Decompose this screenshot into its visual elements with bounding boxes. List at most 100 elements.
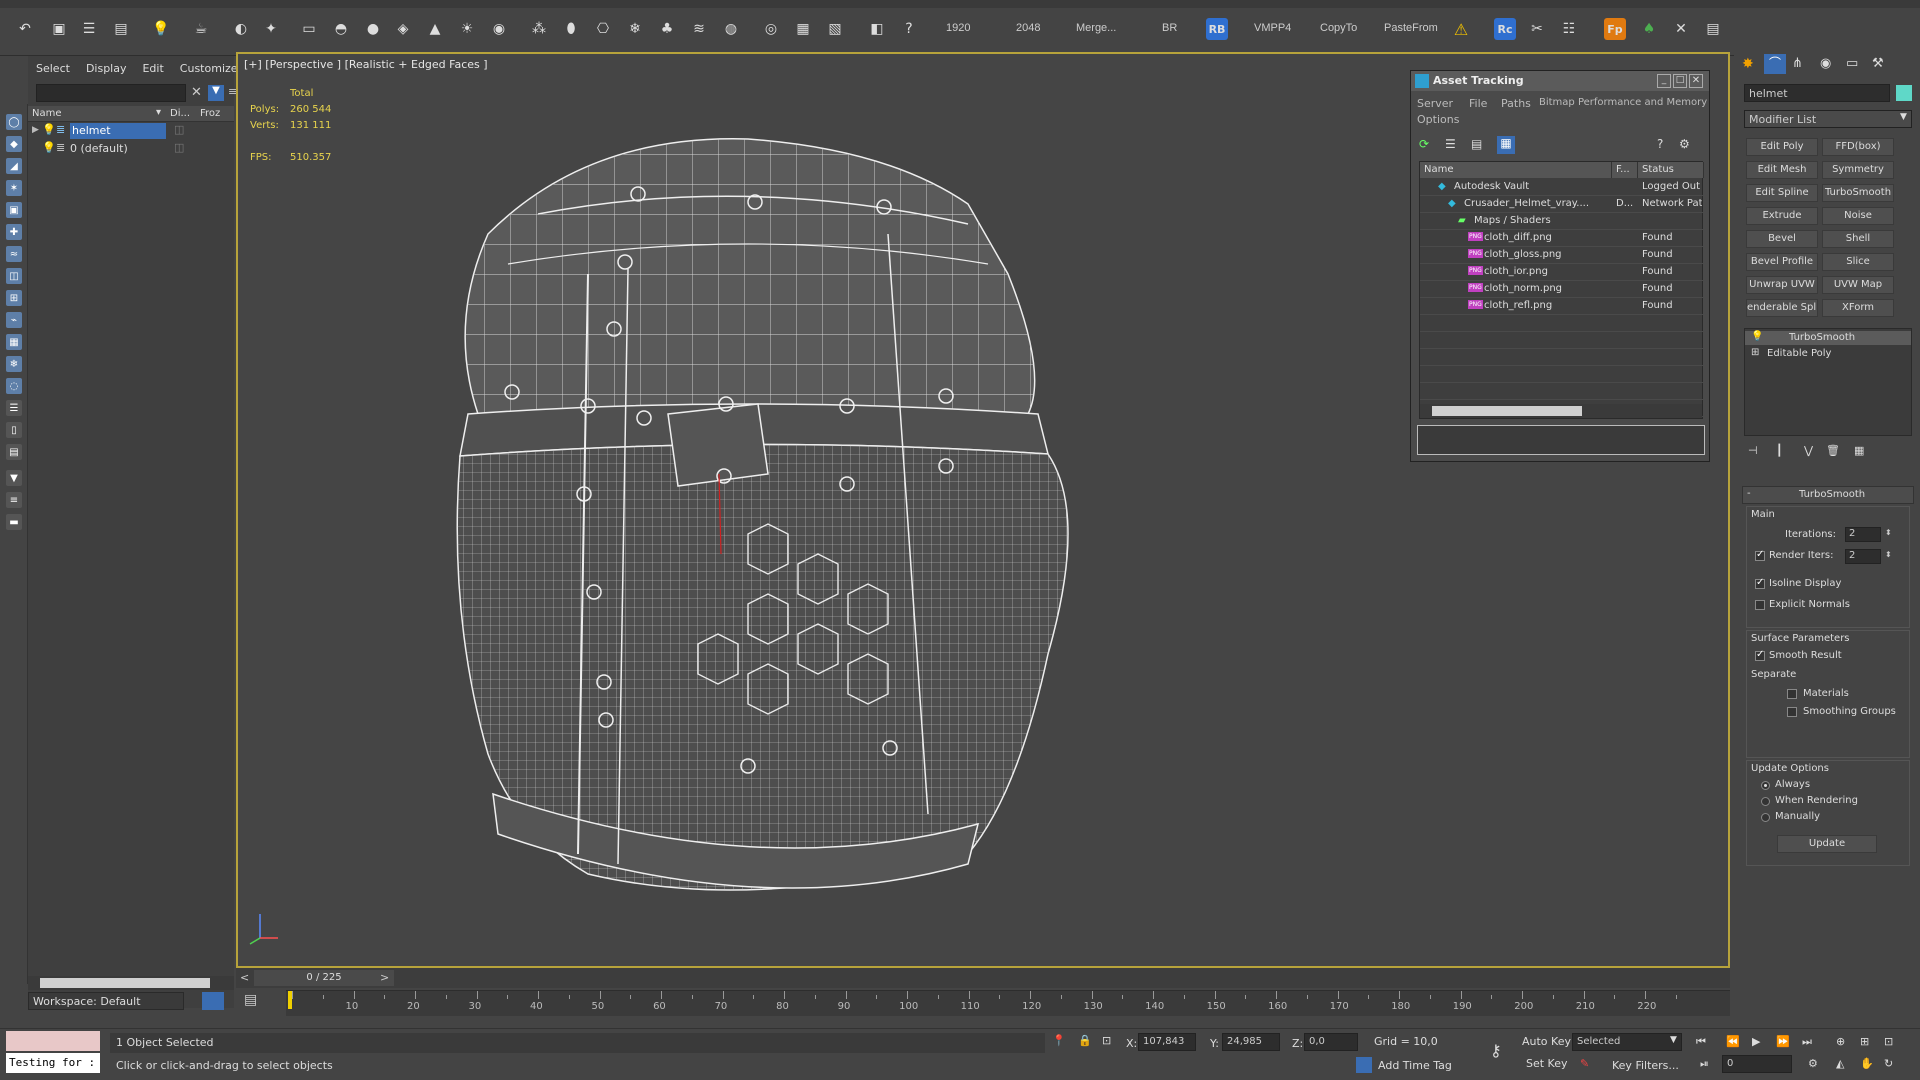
explorer-filter-icon[interactable]: ▼ [6, 470, 22, 486]
explorer-helpers-icon[interactable]: ✚ [6, 224, 22, 240]
stack-item-label[interactable]: Editable Poly [1767, 348, 1831, 359]
refresh-icon[interactable]: ⟳ [1419, 137, 1435, 153]
scene-row-default[interactable]: 💡 ≣ 0 (default) ◫ [28, 140, 234, 158]
sun-icon[interactable]: ☀ [456, 18, 478, 40]
modifier-button[interactable]: Bevel Profile [1746, 253, 1818, 271]
toolbar-vmpp4[interactable]: VMPP4 [1254, 22, 1291, 34]
modifier-button[interactable]: Symmetry [1822, 161, 1894, 179]
render-icon[interactable]: ✦ [260, 18, 282, 40]
explorer-geometry-icon[interactable]: ◆ [6, 136, 22, 152]
lock-icon[interactable]: 🔒 [1078, 1034, 1092, 1047]
transform-mode-icon[interactable]: ⊡ [1102, 1034, 1111, 1047]
list-icon[interactable]: ☷ [1558, 18, 1580, 40]
display-tab-icon[interactable]: ▭ [1846, 56, 1858, 71]
zoom-icon[interactable]: ⊕ [1836, 1035, 1845, 1048]
time-config-icon[interactable]: ⚙ [1808, 1057, 1818, 1070]
asset-row[interactable] [1420, 315, 1704, 332]
display-toggle-icon[interactable]: ◫ [174, 141, 184, 154]
explorer-xrefs-icon[interactable]: ⊞ [6, 290, 22, 306]
toolbar-2048[interactable]: 2048 [1016, 22, 1040, 34]
update-button[interactable]: Update [1777, 835, 1877, 853]
warning-icon[interactable]: ⚠ [1450, 18, 1472, 40]
z-coordinate-input[interactable]: 0,0 [1304, 1033, 1358, 1051]
modifier-button[interactable]: Shell [1822, 230, 1894, 248]
scene-hscrollbar[interactable] [28, 976, 234, 990]
asset-row[interactable]: PNG cloth_gloss.png Found [1420, 247, 1704, 264]
auto-key-button[interactable]: Auto Key [1522, 1035, 1571, 1048]
time-tag-icon[interactable] [1356, 1057, 1372, 1073]
display-toggle-icon[interactable]: ◫ [174, 123, 184, 136]
scatter-icon[interactable]: ⁂ [528, 18, 550, 40]
detail-view-icon[interactable]: ▤ [1471, 137, 1487, 153]
menu-display[interactable]: Display [78, 56, 135, 80]
cross-tools-icon[interactable]: ✕ [1670, 18, 1692, 40]
modifier-button[interactable]: Edit Spline [1746, 184, 1818, 202]
set-key-brush-icon[interactable]: ✎ [1580, 1057, 1589, 1070]
forest-icon[interactable]: ♠ [1638, 18, 1660, 40]
scene-item-label[interactable]: 0 (default) [70, 142, 128, 155]
modifier-button[interactable]: XForm [1822, 299, 1894, 317]
globe-icon[interactable]: ◎ [760, 18, 782, 40]
asset-tracking-window[interactable]: Asset Tracking _ □ ✕ Server File Paths B… [1410, 70, 1710, 462]
x-coordinate-input[interactable]: 107,843 [1138, 1033, 1196, 1051]
explorer-bones-icon[interactable]: ⌁ [6, 312, 22, 328]
explorer-shapes-icon[interactable]: ◢ [6, 158, 22, 174]
explorer-cameras-icon[interactable]: ▣ [6, 202, 22, 218]
list-view-icon[interactable]: ☰ [1445, 137, 1461, 153]
sort-arrow-icon[interactable]: ▾ [156, 107, 161, 118]
explorer-frozen-icon[interactable]: ❄ [6, 356, 22, 372]
go-to-start-icon[interactable]: ⏮ [1696, 1035, 1706, 1049]
isoline-display-checkbox[interactable] [1755, 577, 1765, 589]
asset-menu-paths[interactable]: Paths [1501, 97, 1531, 110]
always-radio[interactable] [1761, 781, 1770, 790]
menu-edit[interactable]: Edit [134, 56, 171, 80]
scene-search-input[interactable] [36, 84, 186, 102]
layers-icon[interactable]: ☰ [78, 18, 100, 40]
asset-menu-options[interactable]: Options [1417, 113, 1459, 126]
spinner-icon[interactable]: ⬍ [1885, 528, 1892, 537]
make-unique-icon[interactable]: ⋁ [1804, 444, 1813, 457]
render-iters-input[interactable]: 2 [1845, 549, 1881, 564]
maxscript-listener-top[interactable] [6, 1031, 100, 1051]
clear-search-icon[interactable]: ✕ [191, 85, 202, 100]
geo-icon[interactable]: ◈ [392, 18, 414, 40]
key-filters-button[interactable]: Key Filters... [1612, 1059, 1679, 1072]
light-bulb-icon[interactable]: 💡 [42, 141, 56, 154]
rb-badge[interactable]: RB [1206, 18, 1228, 40]
tools-icon[interactable]: ✂ [1526, 18, 1548, 40]
explorer-list-icon[interactable]: ☰ [6, 400, 22, 416]
hair-icon[interactable]: ≋ [688, 18, 710, 40]
asset-row[interactable]: ▰ Maps / Shaders [1420, 213, 1704, 230]
render-frame-icon[interactable]: ▣ [48, 18, 70, 40]
zoom-extents-icon[interactable]: ⊡ [1884, 1035, 1893, 1048]
asset-col-status[interactable]: Status [1638, 162, 1704, 178]
isolate-pin-icon[interactable]: 📍 [1052, 1034, 1066, 1047]
light-icon[interactable]: 💡 [150, 18, 172, 40]
col-display[interactable]: Di... [170, 108, 190, 119]
asset-col-f[interactable]: F... [1612, 162, 1638, 178]
filter-icon[interactable]: ▼ [208, 85, 224, 101]
add-time-tag[interactable]: Add Time Tag [1378, 1059, 1452, 1072]
mini-curve-editor-icon[interactable]: ▤ [244, 992, 274, 1012]
asset-row[interactable] [1420, 366, 1704, 383]
y-coordinate-input[interactable]: 24,985 [1222, 1033, 1280, 1051]
modifier-button[interactable]: Edit Mesh [1746, 161, 1818, 179]
modify-tab-icon[interactable]: ⌒ [1764, 54, 1786, 74]
stack-item-label[interactable]: TurboSmooth [1789, 332, 1855, 343]
smoothing-groups-checkbox[interactable] [1787, 707, 1797, 717]
pin-stack-icon[interactable]: ⊣ [1748, 444, 1758, 457]
material-icon[interactable]: ◐ [230, 18, 252, 40]
minimize-icon[interactable]: _ [1657, 74, 1671, 88]
configure-sets-icon[interactable]: ▦ [1854, 444, 1864, 457]
stack-item-editable-poly[interactable]: ⊞ Editable Poly [1745, 347, 1911, 361]
viewport-label[interactable]: [+] [Perspective ] [Realistic + Edged Fa… [244, 58, 488, 71]
scene-item-label[interactable]: helmet [70, 123, 166, 139]
key-mode-toggle-icon[interactable]: ⏯ [1700, 1057, 1709, 1071]
modifier-button[interactable]: Extrude [1746, 207, 1818, 225]
modifier-list-dropdown[interactable]: Modifier List [1744, 110, 1912, 128]
snowflake-icon[interactable]: ❄ [624, 18, 646, 40]
camera-icon[interactable]: ⎔ [592, 18, 614, 40]
help-icon[interactable]: ? [898, 18, 920, 40]
when-rendering-radio[interactable] [1761, 797, 1770, 806]
menu-customize[interactable]: Customize [172, 56, 246, 80]
